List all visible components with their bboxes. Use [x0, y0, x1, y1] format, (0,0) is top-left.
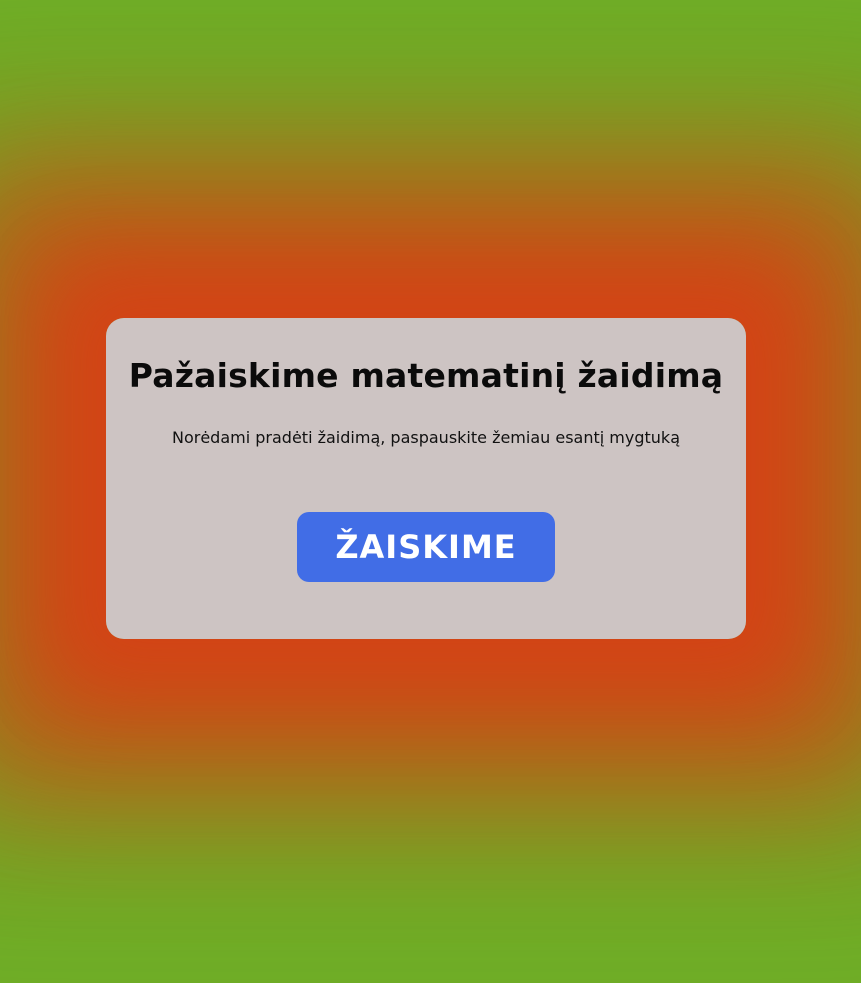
dialog-title: Pažaiskime matematinį žaidimą [128, 356, 724, 395]
play-button[interactable]: ŽAISKIME [297, 512, 555, 582]
start-dialog: Pažaiskime matematinį žaidimą Norėdami p… [106, 318, 746, 639]
dialog-instruction: Norėdami pradėti žaidimą, paspauskite že… [172, 428, 680, 447]
